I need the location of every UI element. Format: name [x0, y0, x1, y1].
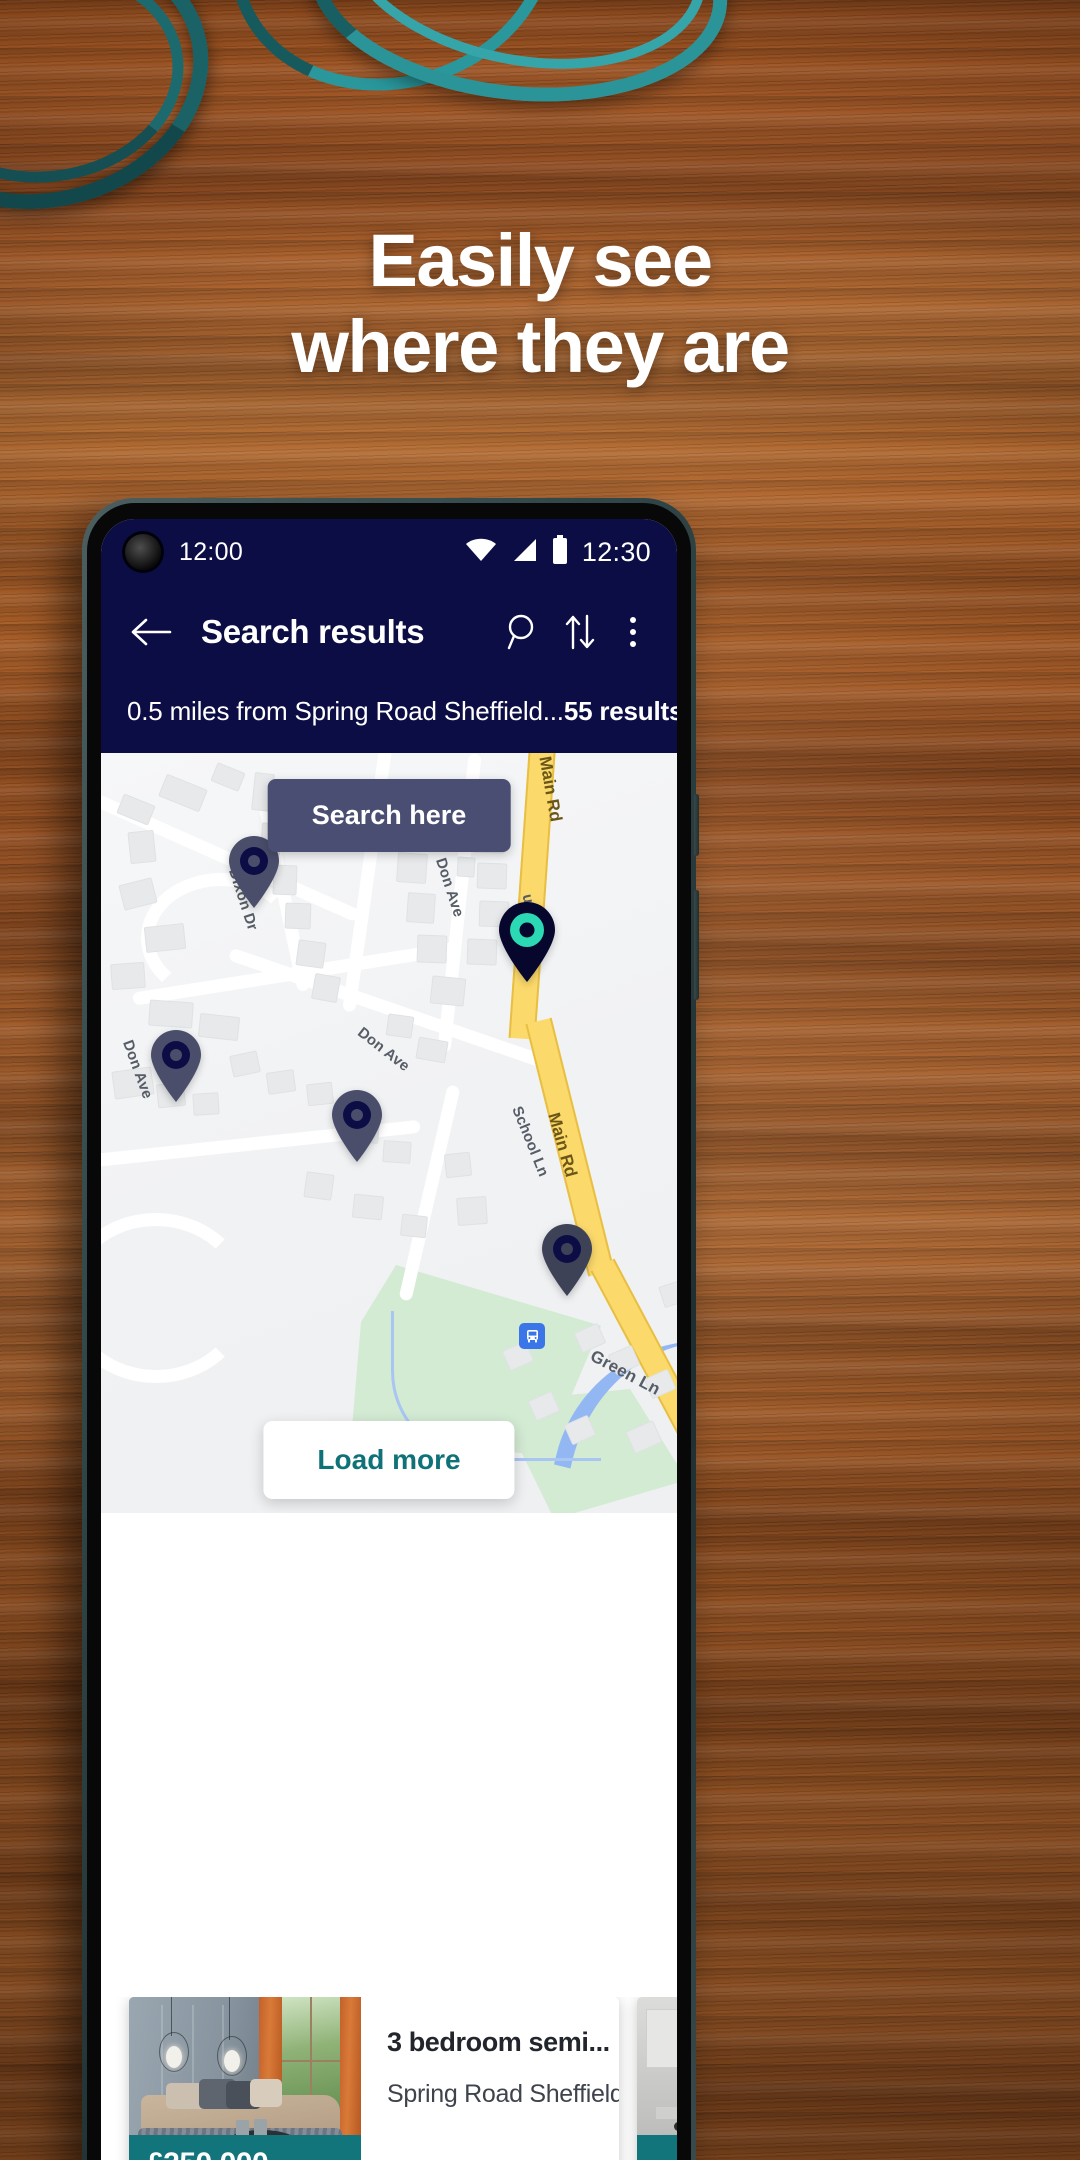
search-summary-bar[interactable]: 0.5 miles from Spring Road Sheffield... …	[101, 675, 677, 753]
app-bar-row: Search results	[125, 589, 653, 675]
property-address: Spring Road Sheffield	[387, 2080, 619, 2108]
map-building	[351, 1193, 385, 1221]
page-title: Search results	[201, 613, 425, 650]
photo-pendant-wire	[170, 1997, 172, 2037]
phone-mockup: 12:00 12:30 Search results 0.5 miles fro…	[82, 498, 699, 2160]
map-building	[197, 1012, 241, 1042]
promo-headline-line-1: Easily see	[368, 219, 713, 302]
map-building	[127, 829, 157, 865]
map-building	[416, 934, 448, 964]
status-bar-right: 12:30	[465, 534, 651, 570]
map-building	[295, 939, 327, 969]
map-building	[110, 961, 146, 991]
search-location-text: 0.5 miles from Spring Road Sheffield...	[127, 695, 564, 726]
search-here-button[interactable]: Search here	[267, 779, 511, 852]
wifi-icon	[465, 537, 497, 568]
map-pin-property[interactable]	[539, 1223, 595, 1297]
property-card-carousel[interactable]: £250,000 3 bedroom semi... Spring Road S…	[101, 1997, 677, 2160]
load-more-button[interactable]: Load more	[263, 1421, 515, 1499]
map-pin-property-selected[interactable]	[496, 901, 558, 983]
photo-pillow	[249, 2079, 283, 2107]
map-building	[429, 975, 467, 1007]
map-building	[310, 972, 342, 1004]
back-arrow-icon[interactable]	[125, 606, 177, 658]
map-building	[456, 1195, 488, 1227]
photo-cabinet	[646, 2008, 677, 2068]
bus-stop-icon	[519, 1323, 545, 1349]
map-building	[265, 1069, 297, 1095]
map-building	[148, 999, 194, 1029]
property-title: 3 bedroom semi...	[387, 2027, 610, 2057]
property-card[interactable]	[637, 1997, 677, 2160]
property-photo	[637, 1997, 677, 2160]
status-bar-left: 12:00	[125, 534, 243, 570]
overflow-dot	[630, 617, 636, 623]
photo-window-frame	[282, 2059, 341, 2062]
phone-volume-button[interactable]	[694, 890, 699, 1000]
map-building	[466, 938, 498, 966]
promo-headline-line-2: where they are	[291, 304, 790, 388]
phone-screen: 12:00 12:30 Search results 0.5 miles fro…	[101, 519, 677, 2160]
property-price	[637, 2135, 677, 2160]
map-building	[399, 1213, 429, 1239]
promo-headline: Easily see where they are	[0, 218, 1080, 390]
property-price: £250,000	[129, 2135, 361, 2160]
photo-pendant-lamp	[224, 2049, 241, 2072]
map-building	[405, 892, 437, 924]
front-camera-punch-hole	[125, 534, 161, 570]
search-icon[interactable]	[497, 606, 547, 658]
sort-icon[interactable]	[555, 606, 605, 658]
map-pin-property[interactable]	[148, 1029, 204, 1103]
map-view[interactable]: Dixon Dr Don Ave Don Ave Don Ave uf Ct S…	[101, 753, 677, 1513]
photo-oven-knob	[674, 2122, 677, 2132]
map-building	[303, 1171, 335, 1201]
status-bar: 12:00 12:30	[101, 519, 677, 585]
overflow-menu-icon[interactable]	[613, 606, 653, 658]
signal-icon	[510, 537, 538, 568]
search-results-count: 55 results	[563, 695, 677, 726]
battery-icon	[551, 534, 569, 570]
map-building	[284, 902, 312, 930]
map-building	[395, 851, 429, 885]
map-building	[476, 862, 508, 890]
app-bar: Search results	[101, 585, 677, 675]
map-building	[456, 856, 476, 878]
photo-pendant-wire	[228, 1997, 230, 2041]
overflow-dot	[630, 629, 636, 635]
photo-hob	[655, 2106, 677, 2119]
photo-pendant-lamp	[166, 2046, 183, 2068]
phone-bezel: 12:00 12:30 Search results 0.5 miles fro…	[87, 503, 691, 2160]
property-photo: £250,000	[129, 1997, 361, 2160]
map-building	[382, 1140, 412, 1164]
map-building	[443, 1151, 473, 1179]
map-building	[385, 1013, 415, 1039]
status-bar-time-left: 12:00	[179, 537, 244, 566]
property-card-body: 3 bedroom semi... Spring Road Sheffield	[361, 1997, 619, 2160]
map-pin-property[interactable]	[329, 1089, 385, 1163]
overflow-dot	[630, 641, 636, 647]
property-card[interactable]: £250,000 3 bedroom semi... Spring Road S…	[129, 1997, 619, 2160]
map-building	[143, 922, 187, 954]
phone-power-button[interactable]	[694, 794, 699, 856]
status-bar-clock: 12:30	[581, 536, 651, 567]
